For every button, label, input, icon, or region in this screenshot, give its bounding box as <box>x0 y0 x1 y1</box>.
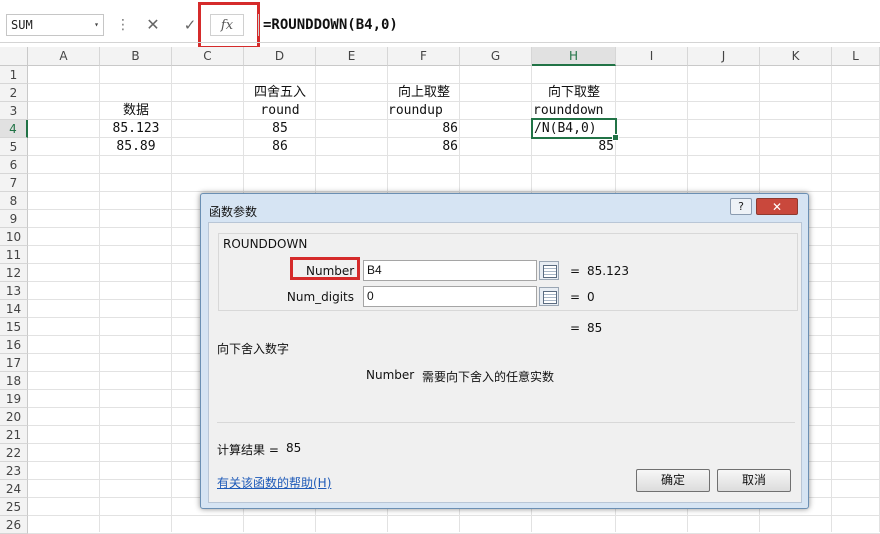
formula-bar: SUM ▾ ⋮ ✕ ✓ fx =ROUNDDOWN(B4,0) <box>0 0 880 50</box>
cell-H5[interactable]: 85 <box>532 138 614 156</box>
row-header[interactable]: 18 <box>0 372 28 390</box>
row-header[interactable]: 17 <box>0 354 28 372</box>
select-all-corner[interactable] <box>0 47 28 66</box>
arg-description-name: Number <box>366 368 415 382</box>
row-header[interactable]: 15 <box>0 318 28 336</box>
cell-H2[interactable]: 向下取整 <box>532 84 616 102</box>
column-header[interactable]: L <box>832 47 880 66</box>
column-header[interactable]: B <box>100 47 172 66</box>
cell-B3[interactable]: 数据 <box>100 102 172 120</box>
divider <box>0 42 880 43</box>
function-help-link[interactable]: 有关该函数的帮助(H) <box>217 474 331 491</box>
range-select-icon[interactable] <box>539 287 559 306</box>
row-header[interactable]: 11 <box>0 246 28 264</box>
dialog-title: 函数参数 <box>209 205 258 219</box>
column-header[interactable]: H <box>532 47 616 66</box>
row-header[interactable]: 23 <box>0 462 28 480</box>
cell-D5[interactable]: 86 <box>244 138 316 156</box>
cell-D2[interactable]: 四舍五入 <box>244 84 316 102</box>
name-box[interactable]: SUM ▾ <box>6 14 104 36</box>
column-header[interactable]: A <box>28 47 100 66</box>
column-header[interactable]: I <box>616 47 688 66</box>
cell-F2[interactable]: 向上取整 <box>388 84 460 102</box>
row-header[interactable]: 6 <box>0 156 28 174</box>
row-header[interactable]: 14 <box>0 300 28 318</box>
row-header[interactable]: 26 <box>0 516 28 534</box>
cell-B5[interactable]: 85.89 <box>100 138 172 156</box>
grid-line <box>28 515 880 516</box>
column-header[interactable]: C <box>172 47 244 66</box>
number-arg-equals: = <box>570 264 581 278</box>
row-header[interactable]: 1 <box>0 66 28 84</box>
column-header[interactable]: K <box>760 47 832 66</box>
formula-input[interactable]: =ROUNDDOWN(B4,0) <box>258 14 880 36</box>
more-options-icon[interactable]: ⋮ <box>116 14 130 36</box>
row-header[interactable]: 2 <box>0 84 28 102</box>
formula-result-preview: 85 <box>587 321 603 335</box>
num-digits-arg-input[interactable]: 0 <box>363 286 537 307</box>
range-select-icon[interactable] <box>539 261 559 280</box>
dialog-body: ROUNDDOWN Number B4 = 85.123 Num_digits … <box>208 222 802 503</box>
row-header[interactable]: 24 <box>0 480 28 498</box>
function-name: ROUNDDOWN <box>223 237 308 251</box>
highlight-box <box>290 257 360 280</box>
active-cell-text: /N(B4,0) <box>534 121 597 136</box>
row-header[interactable]: 19 <box>0 390 28 408</box>
row-header[interactable]: 4 <box>0 120 28 138</box>
row-header[interactable]: 20 <box>0 408 28 426</box>
chevron-down-icon[interactable]: ▾ <box>94 15 99 35</box>
row-header[interactable]: 9 <box>0 210 28 228</box>
grid-line <box>28 173 880 174</box>
row-header[interactable]: 13 <box>0 282 28 300</box>
divider <box>217 422 795 423</box>
row-header[interactable]: 21 <box>0 426 28 444</box>
active-cell-H4[interactable]: /N(B4,0) <box>531 118 619 141</box>
cell-F4[interactable]: 86 <box>388 120 458 138</box>
row-header[interactable]: 8 <box>0 192 28 210</box>
row-header[interactable]: 22 <box>0 444 28 462</box>
calc-result-value: 85 <box>286 441 302 455</box>
row-header[interactable]: 16 <box>0 336 28 354</box>
row-header[interactable]: 25 <box>0 498 28 516</box>
grid-line <box>28 191 880 192</box>
cell-F3[interactable]: roundup <box>388 102 460 120</box>
cancel-entry-button[interactable]: ✕ <box>137 14 169 36</box>
cell-F5[interactable]: 86 <box>388 138 458 156</box>
column-header[interactable]: J <box>688 47 760 66</box>
ok-button[interactable]: 确定 <box>636 469 710 492</box>
arg-description-text: 需要向下舍入的任意实数 <box>422 370 555 384</box>
number-arg-result: 85.123 <box>587 264 629 278</box>
cell-B4[interactable]: 85.123 <box>100 120 172 138</box>
column-header[interactable]: E <box>316 47 388 66</box>
column-header[interactable]: D <box>244 47 316 66</box>
num-digits-arg-label: Num_digits <box>286 290 354 304</box>
cell-D4[interactable]: 85 <box>244 120 316 138</box>
num-digits-arg-result: 0 <box>587 290 595 304</box>
close-button[interactable]: ✕ <box>756 198 798 215</box>
cancel-button[interactable]: 取消 <box>717 469 791 492</box>
row-header[interactable]: 5 <box>0 138 28 156</box>
row-header[interactable]: 10 <box>0 228 28 246</box>
column-header[interactable]: G <box>460 47 532 66</box>
column-header[interactable]: F <box>388 47 460 66</box>
function-description: 向下舍入数字 <box>217 342 290 356</box>
row-header[interactable]: 3 <box>0 102 28 120</box>
row-header[interactable]: 7 <box>0 174 28 192</box>
name-box-value: SUM <box>11 18 33 32</box>
row-header[interactable]: 12 <box>0 264 28 282</box>
cell-D3[interactable]: round <box>244 102 316 120</box>
help-button[interactable]: ? <box>730 198 752 215</box>
function-arguments-dialog: 函数参数 ? ✕ ROUNDDOWN Number B4 = 85.123 Nu… <box>200 193 809 509</box>
calc-result-label: 计算结果 = <box>217 443 279 457</box>
num-digits-arg-equals: = <box>570 290 581 304</box>
formula-result-equals: = <box>570 321 581 335</box>
number-arg-input[interactable]: B4 <box>363 260 537 281</box>
